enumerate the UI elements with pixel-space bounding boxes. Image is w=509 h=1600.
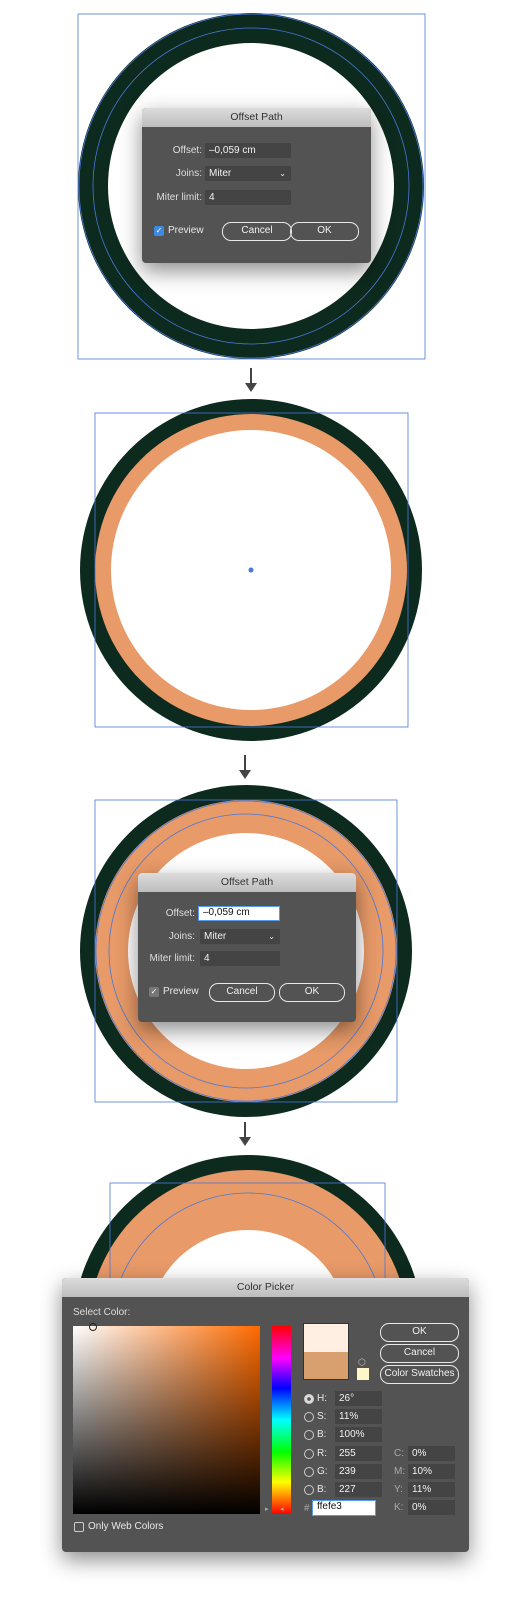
select-color-label: Select Color: (73, 1307, 131, 1318)
b-input[interactable]: 100% (335, 1427, 382, 1442)
hue-field: H: 26° (304, 1391, 382, 1406)
joins-value: Miter (204, 931, 227, 942)
brightness-field: B: 100% (304, 1427, 382, 1442)
arrow-down-icon (245, 368, 257, 392)
arrow-down-icon (239, 1122, 251, 1146)
radio-r[interactable] (304, 1448, 314, 1459)
joins-select[interactable]: Miter ⌄ (205, 166, 291, 181)
cancel-button[interactable]: Cancel (209, 983, 275, 1002)
field-label: R: (317, 1448, 327, 1459)
ok-button[interactable]: OK (380, 1323, 459, 1342)
color-picker-dialog: Color Picker Select Color: ▸ ◂ ⬡ OK Canc… (62, 1278, 469, 1552)
radio-s[interactable] (304, 1411, 314, 1422)
k-input[interactable]: 0% (408, 1500, 455, 1515)
chevron-down-icon: ⌄ (268, 932, 275, 941)
checkmark-icon: ✓ (154, 225, 164, 236)
center-point (248, 567, 254, 573)
ok-button[interactable]: OK (290, 222, 359, 241)
radio-g[interactable] (304, 1466, 314, 1477)
joins-label: Joins: (168, 931, 195, 942)
new-color-swatch (304, 1324, 348, 1352)
dialog-title: Offset Path (142, 108, 371, 127)
offset-label: Offset: (165, 908, 195, 919)
offset-path-dialog: Offset Path Offset: –0,059 cm Joins: Miter… (138, 873, 356, 1022)
cancel-button[interactable]: Cancel (380, 1344, 459, 1363)
radio-h[interactable] (304, 1393, 314, 1404)
joins-value: Miter (209, 168, 232, 179)
preview-checkbox[interactable]: ✓ Preview (149, 986, 199, 997)
field-label: G: (317, 1466, 328, 1477)
miter-limit-input[interactable]: 4 (200, 951, 280, 966)
checkbox-icon (74, 1521, 84, 1532)
m-label: M: (394, 1466, 406, 1477)
field-label: S: (317, 1411, 327, 1422)
red-field: R: 255 (304, 1446, 382, 1461)
h-input[interactable]: 26° (335, 1391, 382, 1406)
cancel-button[interactable]: Cancel (222, 222, 292, 241)
out-of-gamut-cube-icon[interactable]: ⬡ (358, 1357, 366, 1368)
blue-input[interactable]: 227 (335, 1482, 382, 1497)
field-label: H: (317, 1393, 327, 1404)
arrow-down-icon (239, 755, 251, 779)
joins-select[interactable]: Miter ⌄ (200, 929, 280, 944)
color-field-cursor[interactable] (89, 1323, 97, 1331)
preview-label: Preview (168, 225, 204, 236)
color-field[interactable] (73, 1323, 260, 1514)
g-input[interactable]: 239 (335, 1464, 382, 1479)
dialog-title: Color Picker (62, 1278, 469, 1297)
original-color-swatch (304, 1351, 348, 1379)
chevron-down-icon: ⌄ (279, 169, 286, 178)
offset-input[interactable]: –0,059 cm (198, 906, 280, 921)
gamut-swatch[interactable] (357, 1368, 369, 1380)
ring-step-2 (80, 399, 422, 741)
preview-checkbox[interactable]: ✓ Preview (154, 225, 204, 236)
preview-label: Preview (163, 986, 199, 997)
green-field: G: 239 (304, 1464, 382, 1479)
only-web-colors-label: Only Web Colors (88, 1521, 164, 1532)
miter-limit-label: Miter limit: (149, 953, 195, 964)
hue-slider[interactable] (272, 1326, 291, 1514)
hex-field: # ffefe3 (304, 1500, 376, 1516)
m-input[interactable]: 10% (408, 1464, 455, 1479)
r-input[interactable]: 255 (335, 1446, 382, 1461)
field-label: B: (317, 1429, 327, 1440)
ok-button[interactable]: OK (279, 983, 345, 1002)
miter-limit-label: Miter limit: (156, 192, 202, 203)
s-input[interactable]: 11% (335, 1409, 382, 1424)
hue-slider-handle[interactable]: ▸ ◂ (265, 1505, 284, 1513)
miter-limit-input[interactable]: 4 (205, 190, 291, 205)
hex-label: # (304, 1502, 310, 1514)
field-label: B: (317, 1484, 327, 1495)
joins-label: Joins: (175, 168, 202, 179)
dialog-title: Offset Path (138, 873, 356, 892)
blue-field: B: 227 (304, 1482, 382, 1497)
offset-path-dialog: Offset Path Offset: –0,059 cm Joins: Miter… (142, 108, 371, 263)
checkmark-icon: ✓ (149, 986, 159, 997)
color-preview (303, 1323, 349, 1380)
hex-input[interactable]: ffefe3 (312, 1500, 376, 1516)
only-web-colors-checkbox[interactable]: Only Web Colors (74, 1521, 163, 1532)
offset-label: Offset: (172, 145, 202, 156)
offset-input[interactable]: –0,059 cm (205, 143, 291, 158)
radio-b[interactable] (304, 1429, 314, 1440)
saturation-field: S: 11% (304, 1409, 382, 1424)
c-label: C: (394, 1448, 404, 1459)
radio-blue[interactable] (304, 1484, 314, 1495)
c-input[interactable]: 0% (408, 1446, 455, 1461)
y-input[interactable]: 11% (408, 1482, 455, 1497)
k-label: K: (394, 1502, 404, 1513)
color-swatches-button[interactable]: Color Swatches (380, 1365, 459, 1384)
y-label: Y: (394, 1484, 403, 1495)
